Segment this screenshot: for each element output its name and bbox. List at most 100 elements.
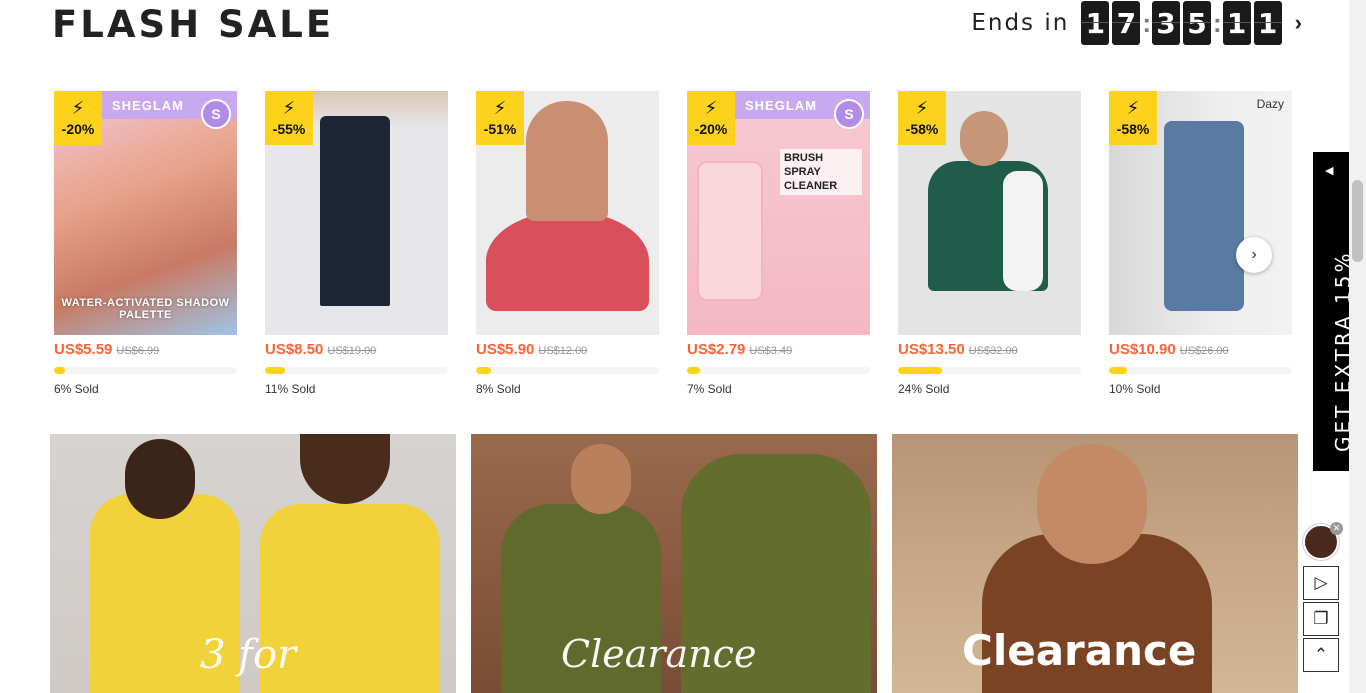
product-image[interactable]: SHEGLAM S BRUSH SPRAY CLEANER ⚡︎ -20% [687, 91, 870, 335]
price-row: US$5.90 US$12.00 [476, 341, 659, 361]
lightning-icon: ⚡︎ [282, 98, 296, 118]
close-icon[interactable]: ✕ [1330, 522, 1343, 535]
promo-banner[interactable]: 3 for [50, 434, 456, 693]
sold-label: 10% Sold [1109, 382, 1161, 396]
product-card[interactable]: Dazy ⚡︎ -58% › US$10.90 US$26.00 10% Sol… [1109, 91, 1292, 401]
discount-label: -58% [905, 121, 939, 137]
countdown: Ends in 1 7 : 3 5 : 1 1 › [971, 0, 1302, 46]
discount-label: -20% [61, 121, 95, 137]
product-image[interactable]: SHEGLAM S WATER-ACTIVATED SHADOW PALETTE… [54, 91, 237, 335]
product-image[interactable]: ⚡︎ -51% [476, 91, 659, 335]
promo-banner[interactable]: Clearance [892, 434, 1298, 693]
scrollbar-thumb[interactable] [1352, 180, 1363, 262]
product-card[interactable]: SHEGLAM S WATER-ACTIVATED SHADOW PALETTE… [54, 91, 237, 401]
carousel-next-icon[interactable]: › [1236, 237, 1272, 273]
sold-label: 24% Sold [898, 382, 950, 396]
discount-badge: ⚡︎ -58% [1109, 91, 1157, 145]
original-price: US$32.00 [968, 345, 1018, 357]
product-card[interactable]: ⚡︎ -51% US$5.90 US$12.00 8% Sold [476, 91, 659, 401]
original-price: US$19.00 [327, 345, 377, 357]
lightning-icon: ⚡︎ [915, 98, 929, 118]
price-row: US$13.50 US$32.00 [898, 341, 1081, 361]
original-price: US$12.00 [538, 345, 588, 357]
discount-badge: ⚡︎ -20% [54, 91, 102, 145]
sale-price: US$5.90 [476, 341, 535, 358]
product-card[interactable]: SHEGLAM S BRUSH SPRAY CLEANER ⚡︎ -20% US… [687, 91, 870, 401]
sold-progress-fill [898, 367, 942, 374]
back-to-top-icon[interactable]: ⌃ [1303, 638, 1339, 672]
triangle-left-icon: ◀ [1325, 165, 1334, 177]
copy-icon[interactable]: ❐ [1303, 602, 1339, 636]
discount-label: -20% [694, 121, 728, 137]
flash-sale-products: SHEGLAM S WATER-ACTIVATED SHADOW PALETTE… [54, 91, 1292, 401]
original-price: US$6.99 [116, 345, 160, 357]
sold-progress-fill [54, 367, 65, 374]
discount-badge: ⚡︎ -55% [265, 91, 313, 145]
countdown-digit: 7 [1112, 1, 1141, 45]
sold-label: 8% Sold [476, 382, 521, 396]
banner-text: 3 for [200, 632, 297, 678]
original-price: US$3.49 [749, 345, 793, 357]
brand-tag: Dazy [1256, 97, 1284, 111]
sale-price: US$13.50 [898, 341, 965, 358]
sold-progress-fill [265, 367, 286, 374]
price-row: US$8.50 US$19.00 [265, 341, 448, 361]
discount-label: -58% [1116, 121, 1150, 137]
price-row: US$5.59 US$6.99 [54, 341, 237, 361]
promo-banner[interactable]: Clearance [471, 434, 877, 693]
sold-label: 6% Sold [54, 382, 99, 396]
flash-sale-header: FLASH SALE Ends in 1 7 : 3 5 : 1 1 › [52, 0, 1302, 60]
banner-text: Clearance [561, 632, 757, 676]
sold-progress-bar [898, 367, 1081, 374]
sold-progress-bar [687, 367, 870, 374]
original-price: US$26.00 [1179, 345, 1229, 357]
price-row: US$10.90 US$26.00 [1109, 341, 1292, 361]
ends-in-label: Ends in [971, 10, 1070, 36]
discount-badge: ⚡︎ -58% [898, 91, 946, 145]
discount-badge: ⚡︎ -51% [476, 91, 524, 145]
promo-banners: 3 for Clearance Clearance [50, 434, 1299, 693]
sold-label: 11% Sold [265, 382, 316, 396]
countdown-digit: 3 [1152, 1, 1180, 45]
product-card[interactable]: ⚡︎ -55% US$8.50 US$19.00 11% Sold [265, 91, 448, 401]
discount-label: -51% [483, 121, 517, 137]
sale-price: US$10.90 [1109, 341, 1176, 358]
discount-badge: ⚡︎ -20% [687, 91, 735, 145]
play-icon[interactable]: ▷ [1303, 566, 1339, 600]
sold-progress-fill [687, 367, 700, 374]
product-image-caption: BRUSH SPRAY CLEANER [780, 149, 862, 195]
sale-price: US$2.79 [687, 341, 746, 358]
countdown-digit: 1 [1081, 1, 1110, 45]
lightning-icon: ⚡︎ [1126, 98, 1140, 118]
lightning-icon: ⚡︎ [704, 98, 718, 118]
lightning-icon: ⚡︎ [71, 98, 85, 118]
sold-label: 7% Sold [687, 382, 732, 396]
brand-logo-icon: S [834, 99, 864, 129]
product-image[interactable]: Dazy ⚡︎ -58% › [1109, 91, 1292, 335]
countdown-digit: 5 [1183, 1, 1211, 45]
sold-progress-bar [476, 367, 659, 374]
countdown-separator: : [1142, 7, 1151, 38]
sale-price: US$5.59 [54, 341, 113, 358]
countdown-separator: : [1213, 7, 1222, 38]
live-avatar[interactable]: ✕ [1303, 522, 1343, 560]
product-image[interactable]: ⚡︎ -58% [898, 91, 1081, 335]
price-row: US$2.79 US$3.49 [687, 341, 870, 361]
product-image[interactable]: ⚡︎ -55% [265, 91, 448, 335]
page-scrollbar[interactable] [1349, 0, 1366, 693]
extra-discount-tab[interactable]: ◀ GET EXTRA 15% [1313, 152, 1355, 471]
sold-progress-bar [54, 367, 237, 374]
countdown-digit: 1 [1222, 1, 1251, 45]
brand-logo-icon: S [201, 99, 231, 129]
sold-progress-fill [1109, 367, 1128, 374]
discount-label: -55% [272, 121, 306, 137]
flash-sale-title: FLASH SALE [52, 3, 335, 46]
sold-progress-bar [1109, 367, 1292, 374]
chevron-right-icon[interactable]: › [1295, 10, 1302, 36]
product-card[interactable]: ⚡︎ -58% US$13.50 US$32.00 24% Sold [898, 91, 1081, 401]
lightning-icon: ⚡︎ [493, 98, 507, 118]
product-image-caption: WATER-ACTIVATED SHADOW PALETTE [61, 297, 230, 321]
sale-price: US$8.50 [265, 341, 324, 358]
banner-text: Clearance [962, 626, 1197, 675]
sold-progress-fill [476, 367, 491, 374]
